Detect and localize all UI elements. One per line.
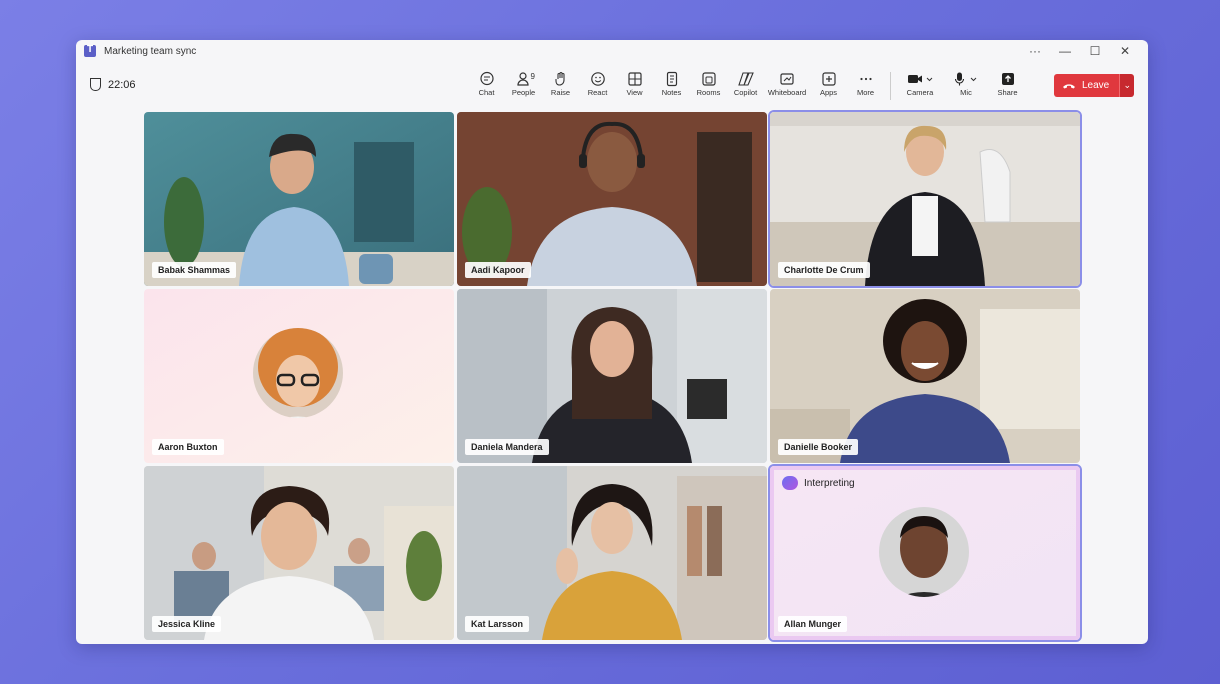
video-feed [144,466,454,640]
participant-tile-danielle[interactable]: Danielle Booker [770,289,1080,463]
video-feed [770,289,1080,463]
camera-icon [908,75,933,83]
mic-label: Mic [960,88,972,97]
copilot-label: Copilot [733,88,758,97]
copilot-button[interactable]: Copilot [727,70,764,100]
plus-icon [821,72,836,86]
interpreting-label: Interpreting [804,477,855,489]
rooms-button[interactable]: Rooms [690,70,727,100]
leave-button[interactable]: Leave [1054,74,1120,97]
participant-name: Allan Munger [778,616,848,632]
chat-label: Chat [478,88,495,97]
phone-hangup-icon [1063,83,1075,88]
view-button[interactable]: View [616,70,653,100]
rooms-icon [701,72,716,86]
grid-icon [627,72,642,86]
react-button[interactable]: React [579,70,616,100]
video-feed [457,112,767,286]
react-label: React [587,88,608,97]
view-label: View [626,88,643,97]
meeting-timer: 22:06 [90,78,136,91]
notes-label: Notes [661,88,682,97]
chevron-down-icon: ⌄ [1123,80,1132,90]
avatar [144,289,454,463]
participant-name: Jessica Kline [152,616,222,632]
teams-logo-icon [84,44,96,57]
participant-tile-babak[interactable]: Babak Shammas [144,112,454,286]
title-bar: Marketing team sync ··· — ☐ ✕ [76,40,1148,62]
raise-hand-button[interactable]: Raise [542,70,579,100]
video-feed [457,289,767,463]
smile-icon [590,72,605,86]
whiteboard-icon [780,73,794,85]
whiteboard-button[interactable]: Whiteboard [764,70,810,100]
toolbar-divider [890,72,891,100]
more-label: More [856,88,875,97]
apps-button[interactable]: Apps [810,70,847,100]
window-title: Marketing team sync [104,45,197,57]
participant-name: Babak Shammas [152,262,237,278]
participant-tile-aaron[interactable]: Aaron Buxton [144,289,454,463]
interpreting-badge: Interpreting [782,476,855,490]
mic-icon [954,72,977,86]
rooms-label: Rooms [696,88,721,97]
participant-tile-aadi[interactable]: Aadi Kapoor [457,112,767,286]
notes-button[interactable]: Notes [653,70,690,100]
teams-window: Marketing team sync ··· — ☐ ✕ 22:06 Chat… [76,40,1148,644]
more-button[interactable]: More [847,70,884,100]
timer-value: 22:06 [108,78,136,91]
people-icon [516,72,529,86]
participant-name: Charlotte De Crum [778,262,870,278]
participant-tile-allan[interactable]: Interpreting Allan Munger [768,464,1082,642]
more-options-button[interactable]: ··· [1020,44,1050,58]
maximize-button[interactable]: ☐ [1080,44,1110,58]
video-feed [144,112,454,286]
chat-icon [479,71,494,86]
people-button[interactable]: 9 People [505,70,542,100]
participant-tile-jessica[interactable]: Jessica Kline [144,466,454,640]
leave-button-group: Leave ⌄ [1054,74,1135,97]
close-button[interactable]: ✕ [1110,44,1140,58]
share-label: Share [997,88,1018,97]
participant-name: Kat Larsson [465,616,530,632]
apps-label: Apps [819,88,838,97]
hand-icon [554,71,565,86]
participant-name: Danielle Booker [778,439,859,455]
leave-label: Leave [1082,80,1110,91]
interpreting-icon [782,476,798,490]
participant-name: Daniela Mandera [465,439,549,455]
leave-options-button[interactable]: ⌄ [1119,74,1135,97]
participant-tile-kat[interactable]: Kat Larsson [457,466,767,640]
raise-label: Raise [550,88,571,97]
mic-button[interactable]: Mic [943,70,989,100]
video-feed [457,466,767,640]
video-feed [770,112,1080,286]
shield-icon [90,78,101,91]
whiteboard-label: Whiteboard [767,88,807,97]
notes-icon [666,71,677,87]
people-count: 9 [530,72,535,81]
camera-label: Camera [906,88,934,97]
minimize-button[interactable]: — [1050,44,1080,58]
chat-button[interactable]: Chat [468,70,505,100]
meeting-toolbar: 22:06 Chat 9 People Raise React View Not… [76,64,1148,108]
share-icon [1001,73,1014,85]
more-icon [859,77,872,81]
participant-tile-charlotte[interactable]: Charlotte De Crum [768,110,1082,288]
avatar [770,466,1080,640]
share-button[interactable]: Share [989,70,1026,100]
participant-name: Aaron Buxton [152,439,224,455]
camera-button[interactable]: Camera [897,70,943,100]
people-label: People [511,88,536,97]
copilot-icon [737,72,754,86]
participant-tile-daniela[interactable]: Daniela Mandera [457,289,767,463]
participant-name: Aadi Kapoor [465,262,531,278]
